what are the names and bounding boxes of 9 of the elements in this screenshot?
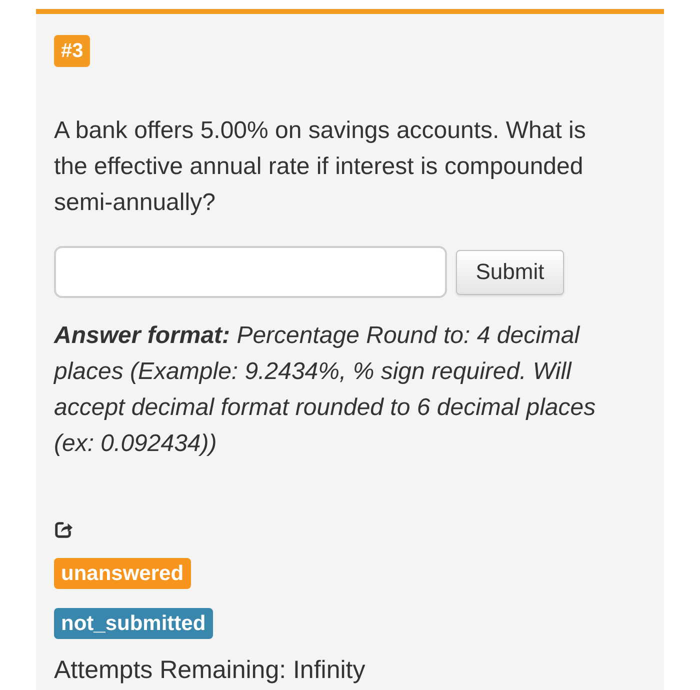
status-label: not_submitted: [54, 608, 213, 639]
answer-field[interactable]: [54, 246, 447, 298]
answer-format-text: Answer format: Percentage Round to: 4 decimal places (Example: 9.2434%, % sign required. Will accept decimal format rounded to 6 decimal places (ex: 0.092434)): [54, 321, 597, 459]
question-number: #3: [54, 35, 90, 67]
attempts-text: Attempts Remaining: Infinity: [54, 655, 366, 685]
status-label: unanswered: [54, 558, 191, 589]
question-text: A bank offers 5.00% on savings accounts. What is the effective annual rate if interest is compounded semi-annually?: [54, 116, 587, 218]
share-icon[interactable]: [54, 520, 73, 539]
submit-button[interactable]: Submit: [456, 250, 564, 294]
